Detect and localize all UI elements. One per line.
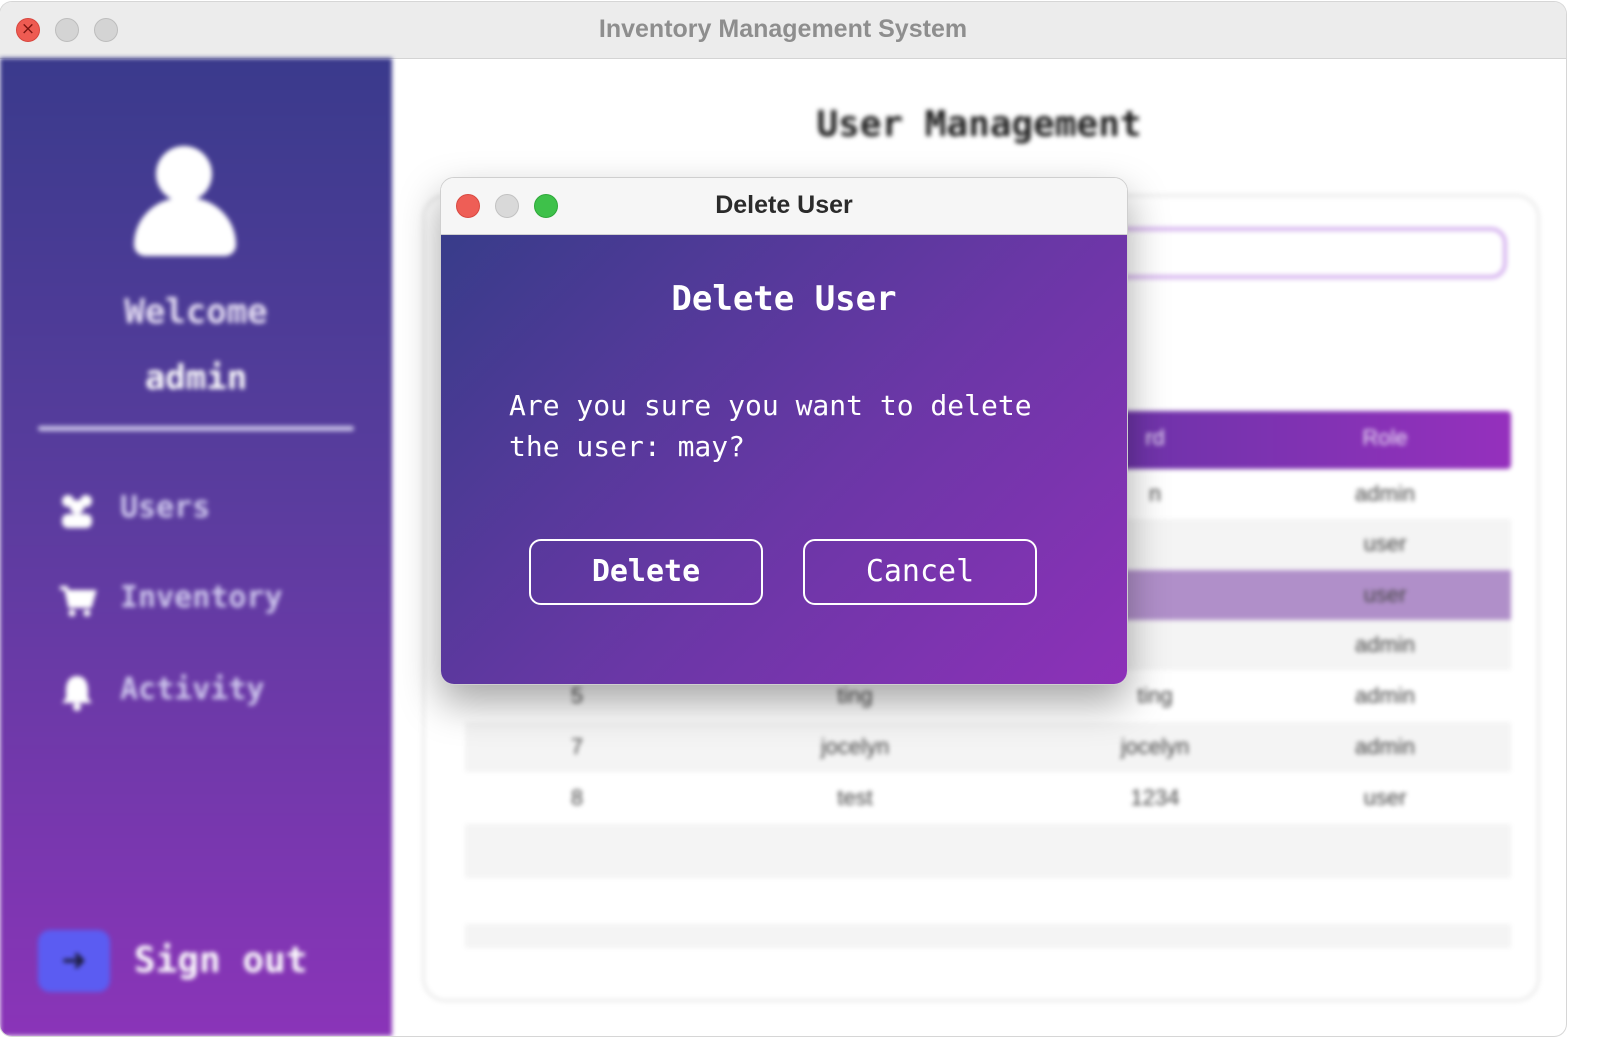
dialog-heading: Delete User <box>671 279 897 319</box>
sidebar-item-label: Activity <box>120 672 265 707</box>
table-cell: 8 <box>570 785 584 810</box>
sign-out-icon: ➜ <box>38 930 110 992</box>
table-cell: admin <box>1355 734 1415 759</box>
table-cell: user <box>1363 582 1407 607</box>
avatar-icon <box>132 146 240 262</box>
table-cell: 1234 <box>1130 785 1180 810</box>
welcome-text: Welcome <box>124 292 268 332</box>
table-cell: 5 <box>570 683 584 708</box>
delete-user-dialog: Delete User Delete User Are you sure you… <box>440 177 1128 685</box>
dialog-title-bar: Delete User <box>441 178 1127 235</box>
table-row[interactable]: 7 jocelyn jocelyn admin <box>465 722 1511 772</box>
sidebar: Welcome admin Users Inventory Activity ➜… <box>0 58 392 1036</box>
bell-icon <box>56 672 98 712</box>
table-cell: admin <box>1355 683 1415 708</box>
username-text: admin <box>144 358 248 398</box>
dialog-window-title: Delete User <box>715 191 853 219</box>
sidebar-item-label: Users <box>120 490 211 525</box>
table-cell: ting <box>1137 683 1173 708</box>
table-cell: 7 <box>570 734 584 759</box>
cart-icon <box>56 580 98 620</box>
table-row-empty <box>465 924 1511 948</box>
users-icon <box>56 490 98 530</box>
delete-button[interactable]: Delete <box>529 539 763 605</box>
table-cell: jocelyn <box>1120 734 1190 759</box>
table-cell: ting <box>837 683 873 708</box>
dialog-message: Are you sure you want to delete the user… <box>509 389 1032 463</box>
title-bar: × Inventory Management System <box>0 2 1566 59</box>
table-cell: admin <box>1355 632 1415 657</box>
table-row[interactable]: 8 test 1234 user <box>465 773 1511 823</box>
dialog-body: Delete User Are you sure you want to del… <box>441 235 1127 684</box>
table-row-empty <box>465 824 1511 878</box>
sidebar-item-label: Inventory <box>120 580 283 615</box>
table-cell: test <box>837 785 873 810</box>
table-cell: admin <box>1355 481 1415 506</box>
table-cell: jocelyn <box>820 734 890 759</box>
table-cell: user <box>1363 531 1407 556</box>
table-cell: user <box>1363 785 1407 810</box>
sign-out-label: Sign out <box>134 940 308 981</box>
window-title: Inventory Management System <box>598 15 968 43</box>
page-title: User Management <box>816 104 1142 145</box>
cancel-button[interactable]: Cancel <box>803 539 1037 605</box>
table-header-cell: Role <box>1362 425 1408 450</box>
sign-out-button[interactable]: ➜ Sign out <box>38 930 338 996</box>
sidebar-divider <box>38 426 354 431</box>
